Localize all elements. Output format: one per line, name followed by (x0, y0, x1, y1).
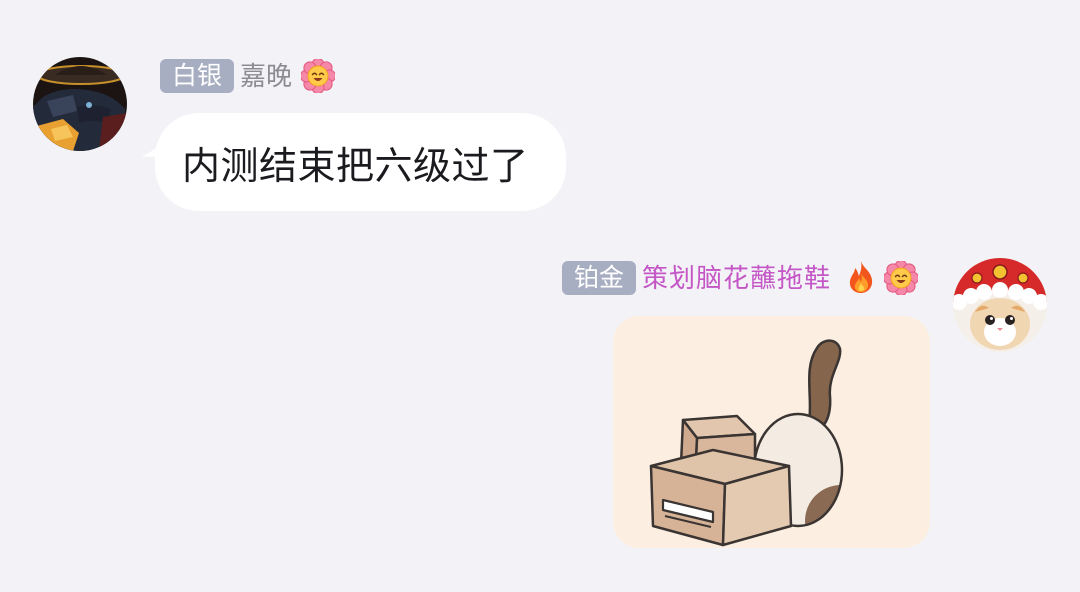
sender-name[interactable]: 嘉晚 (240, 59, 292, 93)
message-text: 内测结束把六级过了 (182, 145, 529, 188)
fire-icon (843, 259, 879, 295)
sender-avatar-left[interactable] (33, 57, 127, 151)
cat-hiding-in-boxes-sticker (649, 339, 844, 547)
flower-smile-icon (301, 59, 335, 93)
level-badge: 白银 (160, 59, 234, 93)
flower-smile-icon (884, 261, 918, 295)
sender-name[interactable]: 策划脑花蘸拖鞋 (642, 261, 831, 295)
cat-red-hat-avatar (953, 258, 1047, 352)
sticker-image[interactable] (613, 316, 930, 548)
dark-character-avatar (33, 57, 127, 151)
level-badge: 铂金 (562, 261, 636, 295)
message-bubble[interactable]: 内测结束把六级过了 (155, 113, 566, 211)
sender-avatar-right[interactable] (953, 258, 1047, 352)
